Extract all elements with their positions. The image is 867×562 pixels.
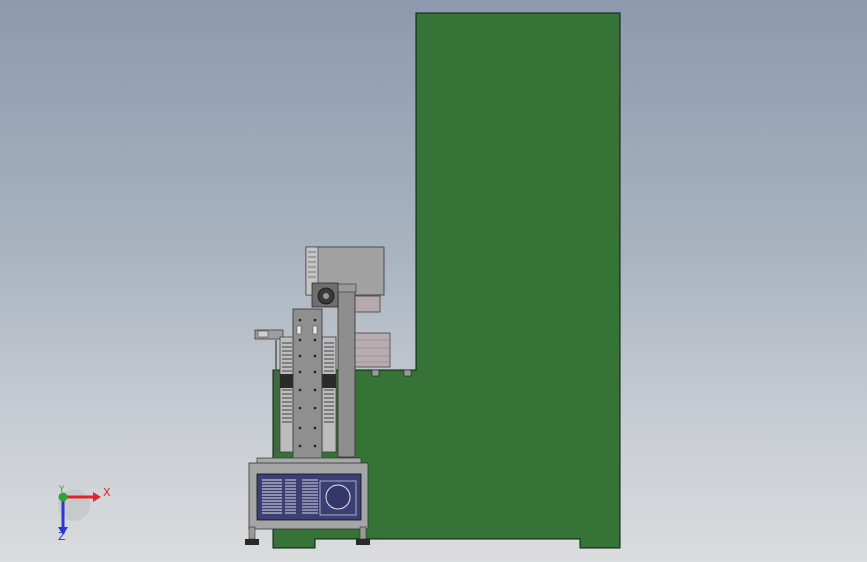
- fan-circle: [325, 484, 351, 510]
- foot-left: [245, 539, 259, 545]
- left-bracket-tab: [257, 330, 269, 338]
- foot-right: [356, 539, 370, 545]
- column-slot-left: [296, 325, 302, 335]
- right-spring-housing: [321, 336, 337, 453]
- triad-x-arrow: [93, 492, 101, 502]
- leg-right: [359, 526, 367, 540]
- column-slot-right: [312, 325, 318, 335]
- triad-x-label: X: [103, 486, 111, 499]
- right-spring-block: [322, 374, 336, 388]
- model-drawing[interactable]: [0, 0, 867, 562]
- triad-z-label: Z: [58, 530, 66, 543]
- cad-viewport[interactable]: X Y Z: [0, 0, 867, 562]
- left-spring-housing: [279, 336, 295, 453]
- upper-roller: [351, 295, 381, 313]
- left-spring-block: [280, 374, 294, 388]
- frame-pad-right: [403, 369, 412, 377]
- top-gear-hub: [323, 293, 329, 299]
- frame-pad-left: [371, 369, 380, 377]
- leg-left: [248, 526, 256, 540]
- triad-y-label: Y: [59, 485, 65, 495]
- side-column: [337, 284, 356, 458]
